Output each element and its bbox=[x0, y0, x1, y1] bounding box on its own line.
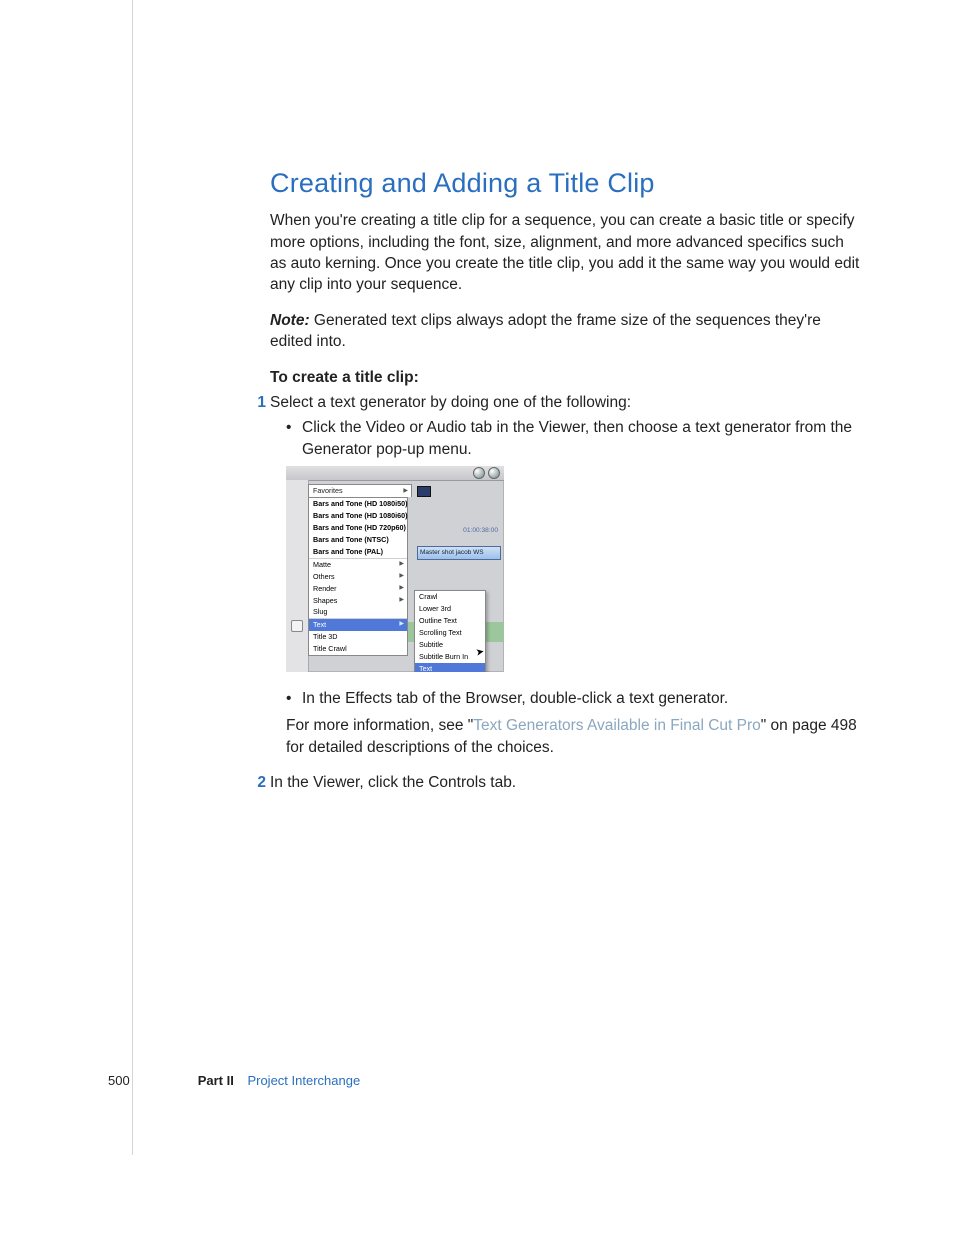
step-1: 1 Select a text generator by doing one o… bbox=[270, 392, 860, 413]
lock-icon bbox=[291, 620, 303, 632]
submenu-item: Scrolling Text bbox=[415, 627, 485, 639]
screenshot-generator-menu: 01:00:38:00 Master shot jacob WS Master … bbox=[286, 466, 504, 672]
step-number: 2 bbox=[248, 772, 266, 793]
submenu-item: Subtitle Burn In bbox=[415, 651, 485, 663]
shot-generator-menu: Bars and Tone (HD 1080i50) Bars and Tone… bbox=[308, 497, 408, 656]
step-1-text: Select a text generator by doing one of … bbox=[270, 394, 631, 411]
step-2: 2 In the Viewer, click the Controls tab. bbox=[270, 772, 860, 793]
xref-text-generators[interactable]: Text Generators Available in Final Cut P… bbox=[473, 717, 760, 734]
menu-item: Matte bbox=[309, 559, 407, 571]
note-body: Generated text clips always adopt the fr… bbox=[270, 312, 821, 350]
shot-menu-favorites: Favorites bbox=[308, 484, 412, 497]
part-name: Project Interchange bbox=[247, 1073, 360, 1088]
bullet-effects-tab: In the Effects tab of the Browser, doubl… bbox=[286, 688, 860, 709]
menu-item: Bars and Tone (HD 720p60) bbox=[309, 522, 407, 534]
shot-timeline-clip: Master shot jacob WS bbox=[417, 546, 501, 560]
chevron-right-icon bbox=[401, 485, 411, 497]
menu-item: Render bbox=[309, 583, 407, 595]
page-body: Creating and Adding a Title Clip When yo… bbox=[270, 165, 860, 798]
procedure-subhead: To create a title clip: bbox=[270, 367, 860, 388]
step-number: 1 bbox=[248, 392, 266, 413]
footer-part: Part II Project Interchange bbox=[198, 1072, 360, 1090]
menu-item: Slug bbox=[309, 606, 407, 618]
shot-track-header-column bbox=[286, 480, 309, 672]
note-paragraph: Note: Generated text clips always adopt … bbox=[270, 310, 860, 353]
menu-item: Shapes bbox=[309, 595, 407, 607]
menu-item: Bars and Tone (NTSC) bbox=[309, 534, 407, 546]
submenu-item: Lower 3rd bbox=[415, 603, 485, 615]
shot-text-submenu: Crawl Lower 3rd Outline Text Scrolling T… bbox=[414, 590, 486, 672]
menu-item-text-highlighted: Text bbox=[309, 619, 407, 631]
more-info-paragraph: For more information, see "Text Generato… bbox=[286, 715, 860, 758]
page-footer: 500 Part II Project Interchange bbox=[108, 1072, 748, 1090]
shot-toolbar bbox=[286, 466, 504, 481]
part-label: Part II bbox=[198, 1073, 234, 1088]
left-margin-rule bbox=[132, 0, 133, 1155]
menu-item: Bars and Tone (HD 1080i50) bbox=[309, 498, 407, 510]
submenu-item: Crawl bbox=[415, 591, 485, 603]
shot-viewer-button bbox=[417, 486, 431, 497]
note-label: Note: bbox=[270, 312, 310, 329]
intro-paragraph: When you're creating a title clip for a … bbox=[270, 210, 860, 296]
menu-item: Bars and Tone (HD 1080i60) bbox=[309, 510, 407, 522]
shot-timecode: 01:00:38:00 bbox=[463, 526, 498, 535]
submenu-item: Outline Text bbox=[415, 615, 485, 627]
more-info-pre: For more information, see " bbox=[286, 717, 473, 734]
menu-item: Others bbox=[309, 571, 407, 583]
shot-window-buttons bbox=[473, 467, 500, 479]
menu-item: Bars and Tone (PAL) bbox=[309, 546, 407, 558]
menu-item: Title 3D bbox=[309, 631, 407, 643]
submenu-item-text-highlighted: Text bbox=[415, 663, 485, 672]
bullet-generator-popup: Click the Video or Audio tab in the View… bbox=[286, 417, 860, 460]
step-2-text: In the Viewer, click the Controls tab. bbox=[270, 774, 516, 791]
shot-favorites-label: Favorites bbox=[313, 486, 343, 495]
menu-item: Title Crawl bbox=[309, 643, 407, 655]
section-heading: Creating and Adding a Title Clip bbox=[270, 165, 860, 202]
page-number: 500 bbox=[108, 1072, 130, 1090]
